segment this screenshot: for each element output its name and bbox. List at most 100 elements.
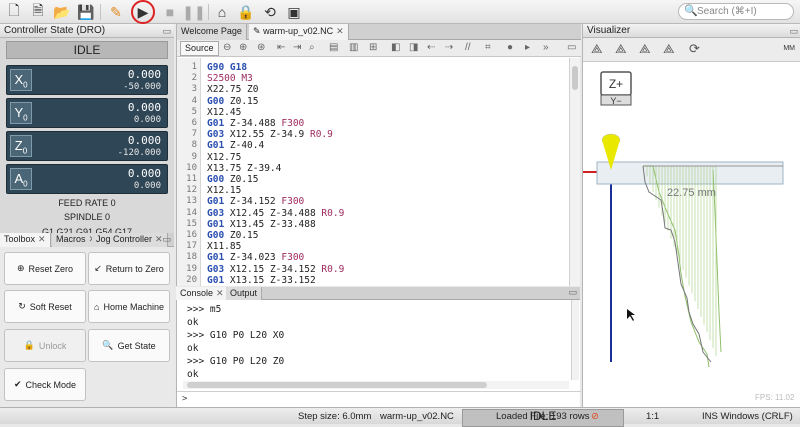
new-file-icon[interactable]: 🗋 <box>4 2 24 22</box>
code-line[interactable]: G00 Z0.15 <box>207 96 259 107</box>
new-document-icon[interactable]: 🗎 <box>28 2 48 22</box>
toolpath-view[interactable]: 22.75 mm Z+ Y− FPS: 11.02 <box>583 62 800 407</box>
console-line: ok <box>187 369 199 380</box>
svg-text:Y−: Y− <box>610 96 621 106</box>
maximize-icon[interactable]: ▭ <box>568 287 577 298</box>
play-icon: ▶ <box>137 3 149 20</box>
tab-warm-up-file[interactable]: ✎ warm-up_v02.NC ✕ <box>249 24 349 40</box>
reset-icon[interactable]: ⟲ <box>260 2 280 22</box>
units-label: MM <box>783 45 795 52</box>
save-icon[interactable]: 💾 <box>76 2 96 22</box>
tab-console[interactable]: Console ✕ <box>176 287 229 300</box>
code-line[interactable]: G01 X13.45 Z-33.488 <box>207 219 316 230</box>
code-line[interactable]: X12.75 <box>207 152 241 163</box>
console-vertical-scrollbar[interactable] <box>571 300 579 380</box>
return-to-zero-button[interactable]: ↙ Return to Zero <box>88 252 170 285</box>
main-toolbar: 🗋 🗎 📂 💾 ✎ ▶ ■ ❚❚ ⌂ 🔒 ⟲ ▣ 🔍 Search (⌘+I) <box>0 0 800 24</box>
comment-icon[interactable]: // <box>465 42 471 53</box>
pause-icon[interactable]: ❚❚ <box>182 2 205 22</box>
code-line[interactable]: G01 Z-40.4 <box>207 140 264 151</box>
line-number: 4 <box>191 95 197 106</box>
find-next-icon[interactable]: ⇥ <box>293 42 301 53</box>
code-line[interactable]: X11.85 <box>207 241 241 252</box>
top-view-icon[interactable]: ⟁ <box>615 41 627 57</box>
line-number: 6 <box>191 118 197 128</box>
source-button[interactable]: Source <box>180 41 219 56</box>
axis-z-zero-button[interactable]: Z0 <box>10 135 32 157</box>
history-forward-icon[interactable]: ⊕ <box>239 42 247 53</box>
macro-play-icon[interactable]: ▸ <box>525 42 530 53</box>
shift-left-icon[interactable]: ⇠ <box>427 42 435 53</box>
code-line[interactable]: G01 X13.15 Z-33.152 <box>207 275 316 286</box>
reset-zero-button[interactable]: ⊕ Reset Zero <box>4 252 86 285</box>
shift-right-icon[interactable]: ⇢ <box>445 42 453 53</box>
code-line[interactable]: G01 Z-34.023 F300 <box>207 252 304 263</box>
probe-icon[interactable]: ▣ <box>284 2 304 22</box>
maximize-icon[interactable]: ▭ <box>162 25 171 38</box>
left-view-icon[interactable]: ⟁ <box>639 41 651 57</box>
open-folder-icon[interactable]: 📂 <box>52 2 72 22</box>
step-size-readout: Step size: 6.0mm <box>298 411 372 422</box>
macro-record-icon[interactable]: ● <box>507 42 513 53</box>
axis-a-work-value: 0.000 <box>127 167 161 180</box>
code-line[interactable]: X13.75 Z-39.4 <box>207 163 281 174</box>
code-line[interactable]: X12.45 <box>207 107 241 118</box>
axis-a-row: A0 0.000 0.000 <box>6 164 168 194</box>
code-line[interactable]: G90 G18 <box>207 62 247 73</box>
axis-x-zero-button[interactable]: X0 <box>10 69 32 91</box>
history-back-icon[interactable]: ⊖ <box>223 42 231 53</box>
check-mode-button[interactable]: ✔ Check Mode <box>4 368 86 401</box>
code-line[interactable]: X12.15 <box>207 185 241 196</box>
toggle-bookmark-icon[interactable]: ⊞ <box>369 42 377 53</box>
code-line[interactable]: S2500 M3 <box>207 73 253 84</box>
tab-output[interactable]: Output <box>226 287 263 300</box>
axis-y-zero-button[interactable]: Y0 <box>10 102 32 124</box>
machine-state-badge: IDLE <box>6 41 168 59</box>
search-icon: 🔍 <box>684 5 698 17</box>
code-line[interactable]: G03 X12.45 Z-34.488 R0.9 <box>207 208 344 219</box>
code-line[interactable]: G01 Z-34.488 F300 <box>207 118 304 129</box>
code-line[interactable]: G00 Z0.15 <box>207 230 259 241</box>
unlock-button[interactable]: 🔒 Unlock <box>4 329 86 362</box>
search-input[interactable]: 🔍 Search (⌘+I) <box>678 3 794 20</box>
code-line[interactable]: G03 X12.15 Z-34.152 R0.9 <box>207 264 344 275</box>
maximize-icon[interactable]: ▭ <box>789 25 798 38</box>
tab-toolbox[interactable]: Toolbox ✕ <box>0 233 51 247</box>
prev-bookmark-icon[interactable]: ◧ <box>391 42 400 53</box>
console-line: ok <box>187 343 199 354</box>
console-command-input[interactable]: > <box>177 391 581 407</box>
tab-jog-controller[interactable]: Jog Controller ✕ <box>92 233 168 247</box>
notification-icon[interactable]: ⊘ <box>591 411 599 422</box>
front-view-icon[interactable]: ⟁ <box>663 41 675 57</box>
code-line[interactable]: G00 Z0.15 <box>207 174 259 185</box>
iso-view-icon[interactable]: ⟁ <box>591 41 603 57</box>
home-machine-button[interactable]: ⌂ Home Machine <box>88 290 170 323</box>
view-icon[interactable]: ⊛ <box>257 42 265 53</box>
axis-a-zero-button[interactable]: A0 <box>10 168 32 190</box>
toggle-highlight-icon[interactable]: ▤ <box>329 42 338 53</box>
code-line[interactable]: G03 X12.55 Z-34.9 R0.9 <box>207 129 333 140</box>
editor-vertical-scrollbar[interactable] <box>569 58 580 286</box>
next-bookmark-icon[interactable]: ◨ <box>409 42 418 53</box>
code-line[interactable]: G01 Z-34.152 F300 <box>207 196 304 207</box>
find-selection-icon[interactable]: ⌕ <box>309 42 315 53</box>
get-state-button[interactable]: 🔍 Get State <box>88 329 170 362</box>
console-horizontal-scrollbar[interactable] <box>183 381 569 389</box>
rotate-view-icon[interactable]: ⟳ <box>689 41 700 57</box>
code-line[interactable]: X22.75 Z0 <box>207 84 259 95</box>
maximize-icon[interactable]: ▭ <box>567 42 576 53</box>
line-number: 9 <box>191 151 197 162</box>
maximize-icon[interactable]: ▭ <box>162 234 171 245</box>
connect-plug-icon[interactable]: ✎ <box>106 2 126 22</box>
lock-icon[interactable]: 🔒 <box>236 2 256 22</box>
line-number: 13 <box>186 196 197 207</box>
find-prev-icon[interactable]: ⇤ <box>277 42 285 53</box>
home-icon[interactable]: ⌂ <box>212 2 232 22</box>
tab-welcome-page[interactable]: Welcome Page <box>177 24 247 40</box>
play-button[interactable]: ▶ <box>131 0 155 24</box>
stop-icon[interactable]: ■ <box>160 2 180 22</box>
toggle-rect-icon[interactable]: ▥ <box>349 42 358 53</box>
soft-reset-button[interactable]: ↻ Soft Reset <box>4 290 86 323</box>
expand-toolbar-icon[interactable]: » <box>543 42 549 53</box>
uncomment-icon[interactable]: ⌗ <box>485 42 491 53</box>
